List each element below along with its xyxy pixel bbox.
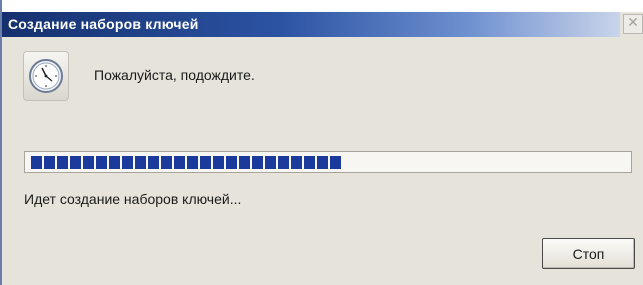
progress-block <box>148 156 159 169</box>
progress-bar <box>24 151 632 173</box>
progress-block <box>83 156 94 169</box>
title-bar[interactable]: Создание наборов ключей <box>2 12 620 37</box>
progress-block <box>70 156 81 169</box>
progress-block <box>174 156 185 169</box>
titlebar-top-gap <box>2 0 643 12</box>
progress-block <box>265 156 276 169</box>
progress-block <box>122 156 133 169</box>
progress-block <box>57 156 68 169</box>
progress-block <box>330 156 341 169</box>
progress-block <box>278 156 289 169</box>
progress-fill <box>31 156 341 169</box>
progress-block <box>96 156 107 169</box>
wait-message: Пожалуйста, подождите. <box>94 67 255 83</box>
progress-block <box>44 156 55 169</box>
progress-block <box>31 156 42 169</box>
progress-block <box>200 156 211 169</box>
progress-block <box>213 156 224 169</box>
clock-icon <box>23 51 69 101</box>
progress-block <box>187 156 198 169</box>
progress-block <box>135 156 146 169</box>
progress-block <box>161 156 172 169</box>
close-icon: ✕ <box>627 15 639 31</box>
stop-button[interactable]: Стоп <box>542 238 635 269</box>
progress-block <box>239 156 250 169</box>
window-title: Создание наборов ключей <box>8 16 199 32</box>
progress-block <box>252 156 263 169</box>
progress-block <box>304 156 315 169</box>
close-button[interactable]: ✕ <box>623 14 643 34</box>
progress-block <box>291 156 302 169</box>
status-text: Идет создание наборов ключей... <box>24 191 242 207</box>
progress-block <box>226 156 237 169</box>
progress-block <box>109 156 120 169</box>
progress-block <box>317 156 328 169</box>
dialog-window: Создание наборов ключей ✕ Пожалуйста, по… <box>0 0 643 285</box>
